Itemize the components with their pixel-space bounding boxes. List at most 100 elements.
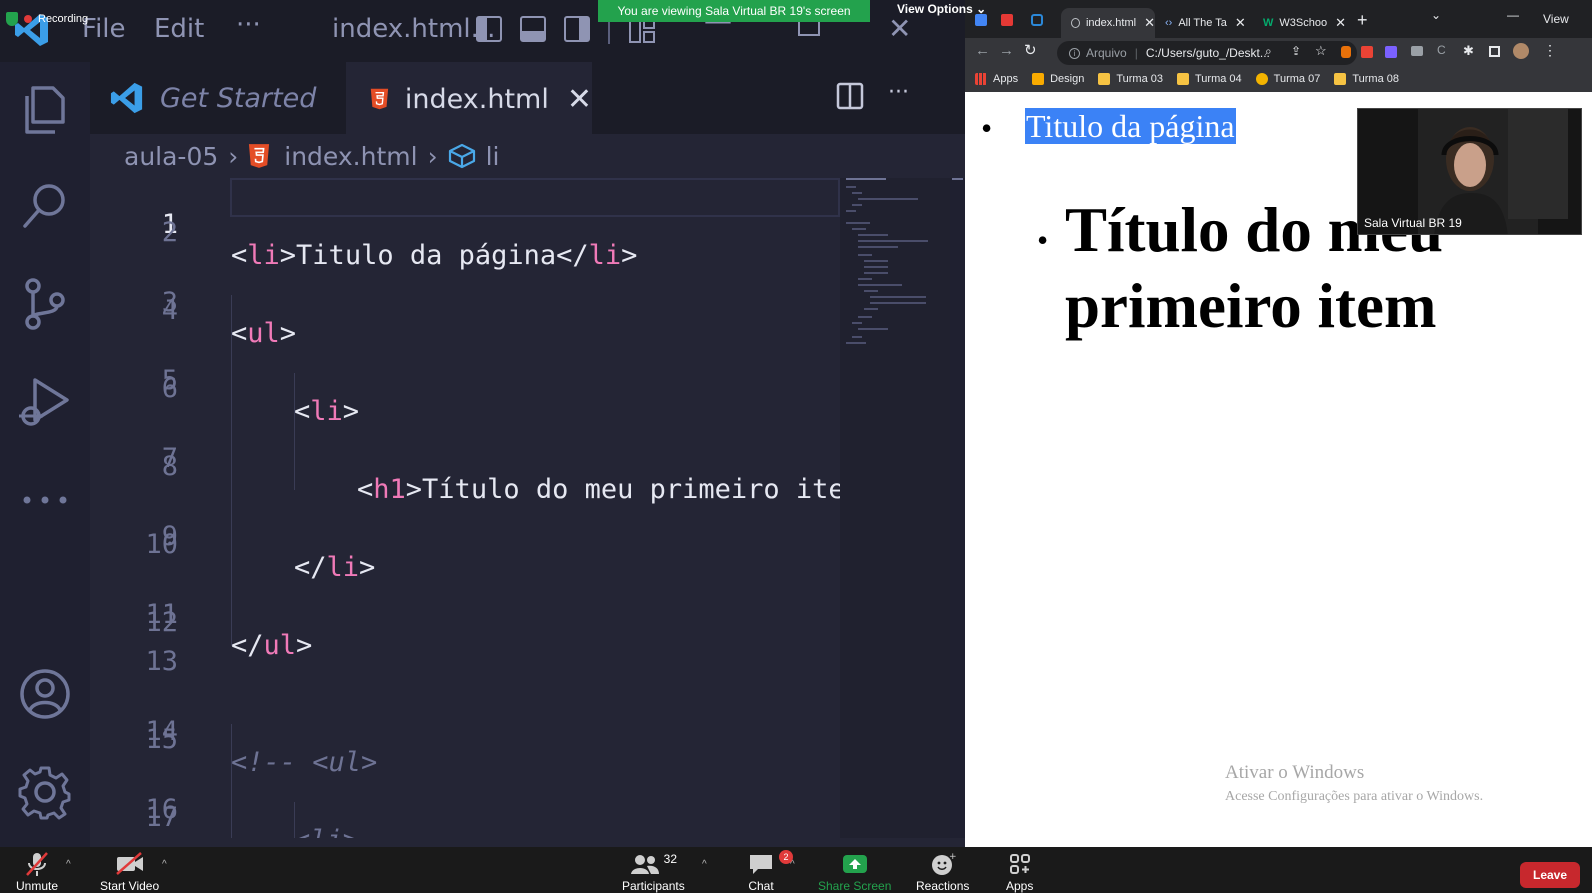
bookmark-star-icon[interactable]: ☆ — [1315, 43, 1327, 59]
profile-avatar[interactable] — [1513, 43, 1529, 59]
participants-button[interactable]: 32 Participants — [622, 851, 685, 893]
leave-button[interactable]: Leave — [1520, 862, 1580, 888]
line-number: 15 — [145, 724, 178, 755]
bookmark-design[interactable]: Design — [1032, 73, 1084, 85]
bookmark-favicon-icon — [1255, 73, 1268, 85]
browser-tab-index-html[interactable]: index.html ✕ — [1061, 8, 1155, 38]
browser-menu-icon[interactable]: ⋮ — [1543, 42, 1557, 59]
bookmark-turma-08[interactable]: Turma 08 — [1334, 73, 1399, 85]
menu-more[interactable]: ··· — [236, 10, 261, 40]
code-editor[interactable]: 1 <li>Titulo da página</li> 2 3 <ul> 4 5… — [90, 178, 840, 838]
share-icon[interactable]: ⇪ — [1291, 44, 1301, 58]
close-tab-icon[interactable]: ✕ — [1335, 15, 1346, 31]
recording-indicator[interactable]: Recording — [6, 12, 88, 26]
bookmark-turma-04[interactable]: Turma 04 — [1177, 73, 1242, 85]
share-screen-button[interactable]: Share Screen — [818, 851, 891, 893]
accounts-icon[interactable] — [17, 666, 73, 722]
tab-label: Get Started — [160, 82, 317, 114]
extension-2-icon[interactable] — [1361, 46, 1373, 58]
close-tab-icon[interactable]: ✕ — [567, 82, 592, 117]
menu-file[interactable]: File — [82, 14, 126, 44]
browser-tab-label: index.html — [1085, 17, 1137, 29]
extension-1-icon[interactable] — [1341, 46, 1351, 58]
code-icon: ‹› — [1165, 17, 1173, 29]
minimize-icon[interactable]: — — [1507, 8, 1519, 22]
breadcrumb-symbol[interactable]: li — [486, 142, 500, 171]
split-editor-icon[interactable] — [836, 82, 864, 110]
apps-button[interactable]: Apps — [1006, 851, 1033, 893]
code-line: 17 — [90, 802, 840, 838]
extension-camera-icon[interactable] — [1411, 46, 1423, 56]
reading-list-icon[interactable] — [1489, 46, 1500, 57]
forward-arrow-icon[interactable]: → — [999, 42, 1014, 59]
bookmarks-bar: Apps Design Turma 03 Turma 04 Turma 07 T… — [965, 66, 1592, 92]
code-line: 1 <li>Titulo da página</li> — [90, 178, 840, 271]
chevron-down-icon: ⌄ — [976, 2, 987, 16]
svg-text:+: + — [949, 852, 956, 862]
tab-search-chevron-icon[interactable]: ⌄ — [1431, 8, 1441, 22]
bookmark-turma-07[interactable]: Turma 07 — [1255, 73, 1320, 85]
code-line: 15 — [90, 724, 840, 763]
browser-tab-strip: index.html ✕ ‹› All The Ta ✕ W W3Schoo ✕… — [965, 0, 1592, 40]
address-path: C:/Users/guto_/Deskt... — [1145, 46, 1270, 60]
minimap[interactable] — [840, 178, 950, 838]
breadcrumb-file[interactable]: index.html — [284, 142, 417, 171]
browser-tab-all-the-tags[interactable]: ‹› All The Ta ✕ — [1161, 8, 1251, 38]
apps-grid-icon — [975, 73, 987, 85]
video-options-caret-icon[interactable]: ^ — [162, 859, 167, 870]
bookmark-favicon-icon — [1177, 73, 1189, 85]
code-line: 7 <h1>Título do meu primeiro item — [90, 412, 840, 505]
reactions-button[interactable]: + Reactions — [916, 851, 969, 893]
tab-index-html[interactable]: index.html ✕ — [346, 62, 592, 134]
close-tab-icon[interactable]: ✕ — [1144, 15, 1155, 31]
browser-tab-w3schools[interactable]: W W3Schoo ✕ — [1259, 8, 1349, 38]
vscode-window: File Edit ··· index.html... — ✕ — [0, 0, 965, 847]
extension-4-icon[interactable]: C — [1437, 43, 1446, 57]
new-tab-icon[interactable]: + — [1357, 10, 1368, 31]
run-debug-icon[interactable] — [17, 374, 73, 430]
reload-icon[interactable]: ↻ — [1024, 41, 1037, 59]
chat-button[interactable]: Chat — [748, 851, 774, 893]
chat-unread-badge: 2 — [779, 850, 793, 864]
start-video-button[interactable]: Start Video — [100, 851, 159, 893]
code-line: 8 — [90, 451, 840, 490]
bookmark-turma-03[interactable]: Turma 03 — [1098, 73, 1163, 85]
breadcrumb-folder[interactable]: aula-05 — [124, 142, 218, 171]
menu-edit[interactable]: Edit — [154, 14, 204, 44]
more-views-icon[interactable] — [17, 472, 73, 528]
audio-options-caret-icon[interactable]: ^ — [66, 859, 71, 870]
close-tab-icon[interactable]: ✕ — [1235, 15, 1246, 31]
view-options-menu[interactable]: View Options ⌄ — [897, 2, 986, 16]
participant-video-tile[interactable]: Sala Virtual BR 19 — [1357, 108, 1582, 235]
editor-scrollbar[interactable] — [950, 178, 965, 838]
toggle-secondary-sidebar-icon[interactable] — [564, 16, 590, 42]
toggle-primary-sidebar-icon[interactable] — [476, 16, 502, 42]
settings-gear-icon[interactable] — [17, 764, 73, 820]
extensions-puzzle-icon[interactable]: ✱ — [1463, 43, 1474, 59]
bookmark-apps[interactable]: Apps — [975, 73, 1018, 85]
participants-options-caret-icon[interactable]: ^ — [702, 859, 707, 870]
editor-more-actions-icon[interactable]: ··· — [888, 80, 909, 105]
address-bar[interactable]: i Arquivo | C:/Users/guto_/Deskt... — [1057, 41, 1357, 65]
line-number: 10 — [145, 529, 178, 560]
code-line: 4 — [90, 295, 840, 334]
screen-share-banner: You are viewing Sala Virtual BR 19's scr… — [598, 0, 870, 22]
zoom-icon[interactable]: ⌕ — [1265, 44, 1272, 59]
security-shield-icon — [6, 12, 18, 26]
participant-count: 32 — [663, 852, 678, 866]
scrollbar-thumb[interactable] — [952, 178, 963, 180]
unmute-button[interactable]: Unmute — [16, 851, 58, 893]
code-line: 13 — [90, 646, 840, 685]
extension-3-icon[interactable] — [1385, 46, 1397, 58]
selected-text[interactable]: Titulo da página — [1025, 108, 1236, 144]
view-label[interactable]: View — [1543, 12, 1569, 26]
back-arrow-icon[interactable]: ← — [975, 42, 990, 59]
close-window-icon[interactable]: ✕ — [888, 12, 911, 45]
toggle-panel-icon[interactable] — [520, 16, 546, 42]
explorer-icon[interactable] — [17, 82, 73, 138]
pinned-tab-vscode-icon[interactable] — [1031, 14, 1043, 26]
search-icon[interactable] — [17, 178, 73, 234]
pinned-tab-red-icon[interactable] — [1001, 14, 1013, 26]
tab-get-started[interactable]: Get Started — [106, 62, 346, 134]
source-control-icon[interactable] — [17, 276, 73, 332]
